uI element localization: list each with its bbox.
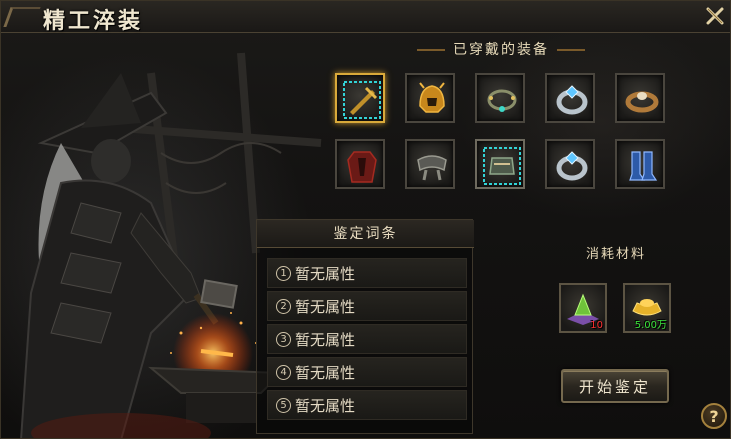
- equip-slot-boots[interactable]: [615, 139, 665, 189]
- material-count: 5.00万: [634, 320, 667, 331]
- help-button[interactable]: ?: [701, 403, 727, 429]
- weapon-icon: [343, 81, 381, 119]
- attribute-text: 暂无属性: [295, 396, 356, 415]
- equip-slot-gauntlet[interactable]: [475, 139, 525, 189]
- materials-header: 消耗材料: [585, 247, 646, 262]
- help-icon: ?: [709, 406, 719, 426]
- equip-slot-bracer[interactable]: [545, 139, 595, 189]
- material-slot-crystal[interactable]: 10: [559, 283, 607, 333]
- close-button[interactable]: [702, 3, 728, 29]
- attribute-row: 5 暂无属性: [267, 390, 467, 420]
- material-slot-gold[interactable]: 5.00万: [623, 283, 671, 333]
- belt-icon: [417, 155, 447, 181]
- gauntlet-icon: [483, 147, 521, 185]
- refine-equipment-panel: 精工淬装 已穿戴的装备 鉴定词条 1 暂无属性 2 暂无属性 3 暂无属性 4 …: [0, 0, 731, 439]
- window-title: 精工淬装: [43, 8, 144, 34]
- title-bar: 精工淬装: [1, 1, 730, 34]
- equip-slot-helmet[interactable]: [405, 73, 455, 123]
- bracer-icon: [556, 151, 588, 181]
- equipped-gear-header: 已穿戴的装备: [417, 39, 585, 61]
- necklace-icon: [487, 89, 517, 112]
- attribute-index: 4: [276, 364, 291, 380]
- attribute-text: 暂无属性: [295, 363, 356, 382]
- equip-slot-belt[interactable]: [405, 139, 455, 189]
- attribute-text: 暂无属性: [295, 264, 356, 283]
- armor-icon: [347, 151, 377, 183]
- equip-slot-armor[interactable]: [335, 139, 385, 189]
- equip-slot-necklace[interactable]: [475, 73, 525, 123]
- attribute-index: 2: [276, 298, 291, 314]
- equip-slot-bracelet[interactable]: [545, 73, 595, 123]
- helmet-icon: [419, 82, 445, 113]
- attribute-row: 3 暂无属性: [267, 324, 467, 354]
- title-decoration: [3, 7, 41, 27]
- material-count: 10: [590, 320, 603, 331]
- attribute-index: 1: [276, 265, 291, 281]
- equip-slot-weapon[interactable]: [335, 73, 385, 123]
- attributes-header: 鉴定词条: [257, 220, 474, 248]
- attribute-index: 5: [276, 397, 291, 413]
- attribute-row: 1 暂无属性: [267, 258, 467, 288]
- close-x-icon: [706, 7, 724, 25]
- attribute-row: 4 暂无属性: [267, 357, 467, 387]
- identify-attributes-panel: 鉴定词条 1 暂无属性 2 暂无属性 3 暂无属性 4 暂无属性 5 暂无属性: [256, 219, 474, 434]
- bracelet-icon: [556, 85, 588, 115]
- attribute-text: 暂无属性: [295, 330, 356, 349]
- boots-icon: [629, 151, 658, 181]
- attribute-text: 暂无属性: [295, 297, 356, 316]
- equip-slot-ring[interactable]: [615, 73, 665, 123]
- start-identify-button[interactable]: 开始鉴定: [561, 369, 669, 403]
- attribute-index: 3: [276, 331, 291, 347]
- attribute-row: 2 暂无属性: [267, 291, 467, 321]
- ring-icon: [625, 91, 659, 113]
